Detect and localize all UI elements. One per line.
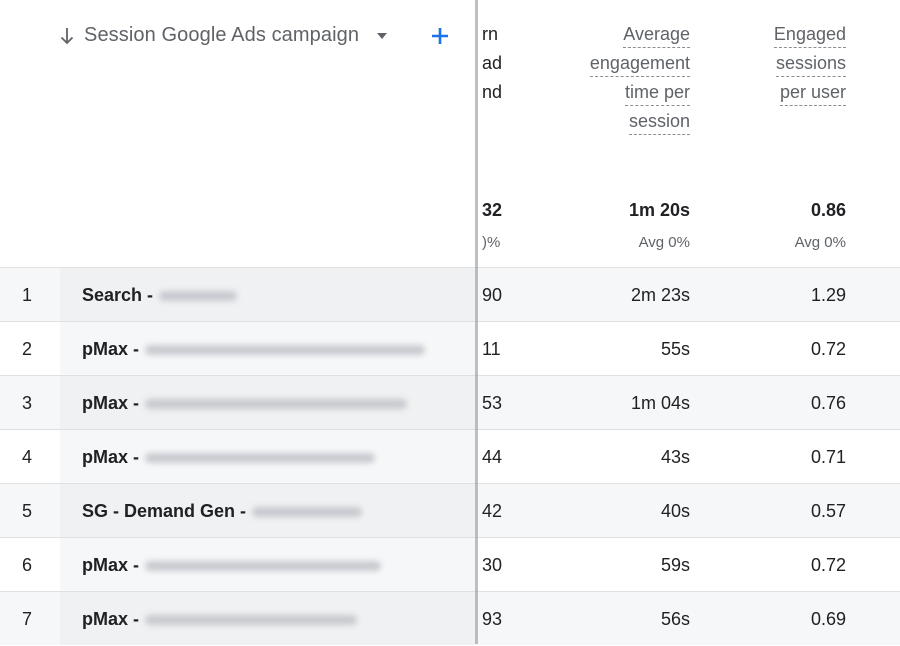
row-index: 2 [22, 339, 33, 359]
campaign-name-text: pMax - [82, 609, 140, 629]
partial-column-total-sub: )% [482, 234, 501, 251]
avg-engagement-time-cell: 59s [660, 555, 690, 575]
engaged-sessions-per-user-cell: 0.76 [810, 393, 846, 413]
table-row[interactable]: 7 pMax - 93 56s 0.69 [0, 591, 900, 645]
redacted-text [145, 453, 376, 464]
avg-engagement-time-cell: 1m 04s [630, 393, 690, 413]
header-line: time per [624, 79, 690, 106]
partial-cell: 44 [482, 447, 503, 467]
partial-cell: 90 [482, 285, 503, 305]
campaign-name-text: pMax - [82, 447, 140, 467]
arrow-down-icon[interactable] [58, 25, 76, 47]
table-row[interactable]: 6 pMax - 30 59s 0.72 [0, 537, 900, 591]
header-line: Average [623, 21, 690, 48]
header-line: session [628, 108, 690, 135]
campaign-name[interactable]: pMax - [82, 538, 382, 592]
partial-column-header: rn ad nd [482, 20, 502, 107]
partial-cell: 11 [482, 339, 501, 359]
table-row[interactable]: 2 pMax - 11 55s 0.72 [0, 321, 900, 375]
dimension-header[interactable]: Session Google Ads campaign [58, 24, 389, 47]
campaign-name[interactable]: pMax - [82, 322, 426, 376]
campaign-name[interactable]: pMax - [82, 592, 358, 646]
avg-engagement-time-cell: 2m 23s [630, 285, 690, 305]
row-index: 7 [22, 609, 33, 629]
partial-header-line: rn [482, 24, 499, 44]
campaign-name[interactable]: pMax - [82, 430, 376, 484]
campaign-name-text: pMax - [82, 393, 140, 413]
avg-engagement-time-cell: 40s [660, 501, 690, 521]
row-index: 4 [22, 447, 33, 467]
engaged-sessions-per-user-cell: 0.57 [810, 501, 846, 521]
partial-cell: 42 [482, 501, 503, 521]
row-index: 6 [22, 555, 33, 575]
redacted-text [145, 615, 358, 626]
header-line: Engaged [773, 21, 846, 48]
campaign-name-text: pMax - [82, 339, 140, 359]
dimension-label: Session Google Ads campaign [84, 24, 360, 46]
total-engaged-sessions-per-user-sub: Avg 0% [794, 234, 846, 251]
campaign-name-text: pMax - [82, 555, 140, 575]
column-header-engaged-sessions-per-user[interactable]: Engaged sessions per user [773, 20, 846, 107]
engaged-sessions-per-user-cell: 1.29 [810, 285, 846, 305]
header-line: sessions [775, 50, 846, 77]
redacted-text [145, 399, 408, 410]
campaign-name[interactable]: Search - [82, 268, 238, 322]
campaign-name[interactable]: SG - Demand Gen - [82, 484, 363, 538]
partial-column-total: 32 [482, 200, 503, 220]
frozen-column-divider[interactable] [475, 0, 478, 644]
table-row[interactable]: 4 pMax - 44 43s 0.71 [0, 429, 900, 483]
caret-down-icon[interactable] [375, 29, 389, 43]
engaged-sessions-per-user-cell: 0.69 [810, 609, 846, 629]
redacted-text [252, 507, 363, 518]
redacted-text [159, 291, 238, 302]
engaged-sessions-per-user-cell: 0.71 [810, 447, 846, 467]
redacted-text [145, 561, 382, 572]
column-header-avg-engagement-time[interactable]: Average engagement time per session [589, 20, 690, 136]
engaged-sessions-per-user-cell: 0.72 [810, 339, 846, 359]
row-index: 1 [22, 285, 33, 305]
table-row[interactable]: 5 SG - Demand Gen - 42 40s 0.57 [0, 483, 900, 537]
row-index: 3 [22, 393, 33, 413]
header-line: engagement [589, 50, 690, 77]
table-row[interactable]: 1 Search - 90 2m 23s 1.29 [0, 267, 900, 321]
avg-engagement-time-cell: 55s [660, 339, 690, 359]
total-avg-engagement-time-sub: Avg 0% [638, 234, 690, 251]
partial-cell: 53 [482, 393, 503, 413]
header-line: per user [779, 79, 846, 106]
table-row[interactable]: 3 pMax - 53 1m 04s 0.76 [0, 375, 900, 429]
redacted-text [145, 345, 426, 356]
row-index: 5 [22, 501, 33, 521]
avg-engagement-time-cell: 56s [660, 609, 690, 629]
campaign-name-text: SG - Demand Gen - [82, 501, 247, 521]
partial-header-line: nd [482, 82, 503, 102]
add-dimension-button[interactable] [428, 22, 452, 50]
partial-cell: 93 [482, 609, 503, 629]
partial-cell: 30 [482, 555, 503, 575]
total-engaged-sessions-per-user: 0.86 [810, 200, 846, 220]
campaign-name-text: Search - [82, 285, 154, 305]
total-avg-engagement-time: 1m 20s [628, 200, 690, 220]
engaged-sessions-per-user-cell: 0.72 [810, 555, 846, 575]
plus-icon [432, 28, 448, 44]
campaign-name[interactable]: pMax - [82, 376, 408, 430]
partial-header-line: ad [482, 53, 503, 73]
avg-engagement-time-cell: 43s [660, 447, 690, 467]
table-header: Session Google Ads campaign rn ad nd 32 … [0, 0, 900, 268]
